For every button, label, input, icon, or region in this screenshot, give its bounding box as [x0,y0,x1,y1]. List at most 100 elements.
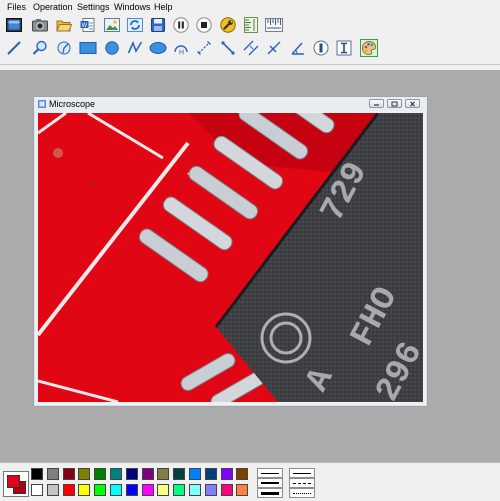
angle-arc-icon [57,41,71,55]
color-row1-swatch-1[interactable] [31,468,43,480]
color-row2-swatch-10[interactable] [173,484,186,496]
parallel-line-button[interactable] [242,39,260,57]
current-color-indicator[interactable] [3,471,29,497]
export-document-icon: W [80,18,95,32]
close-icon [410,100,415,107]
vertical-ruler-button[interactable] [242,16,260,34]
dash-dot-line-sample [293,492,311,494]
menu-windows[interactable]: Windows [114,2,151,12]
perpendicular-button[interactable] [265,39,283,57]
refresh-button[interactable] [126,16,144,34]
menu-help[interactable]: Help [154,2,173,12]
line-style-solid[interactable] [289,468,315,478]
line-tool-button[interactable] [5,39,23,57]
svg-text:H: H [179,50,184,57]
menu-settings[interactable]: Settings [77,2,110,12]
color-row1-swatch-11[interactable] [189,468,201,480]
color-row2-swatch-7[interactable] [125,484,138,496]
color-row2-swatch-5[interactable] [94,484,107,496]
color-row1-swatch-10[interactable] [173,468,186,480]
color-row1-swatch-9[interactable] [157,468,170,480]
medium-line-sample [261,482,279,484]
color-row2-swatch-2[interactable] [46,484,59,496]
chip-image: 729 FHO A 296 [38,113,423,402]
color-row1-swatch-14[interactable] [236,468,249,480]
parallel-line-icon [243,40,259,56]
color-row2-swatch-13[interactable] [220,484,233,496]
zoom-button[interactable] [31,39,49,57]
calibration-icon [336,40,352,56]
dimension-line-button[interactable] [195,39,213,57]
line-width-medium[interactable] [257,478,283,488]
angle-arc-button[interactable] [55,39,73,57]
minimize-icon [374,104,379,106]
window-titlebar[interactable]: Microscope [34,97,427,111]
vertical-ruler-icon [244,17,258,33]
save-button[interactable] [149,16,167,34]
point-distance-icon [221,41,235,55]
color-row1-swatch-12[interactable] [204,468,217,480]
menu-files[interactable]: Files [7,2,26,12]
window-app-icon [38,100,46,108]
microscope-live-view[interactable]: 729 FHO A 296 [38,113,423,402]
svg-text:W: W [82,23,88,29]
angle-tool-button[interactable] [289,39,307,57]
settings-button[interactable] [219,16,237,34]
save-icon [151,18,165,32]
color-row1-swatch-4[interactable] [78,468,91,480]
ellipse-tool-icon [149,42,167,54]
pause-icon [173,17,189,33]
text-marker-button[interactable] [312,39,330,57]
angle-tool-icon [291,42,304,55]
line-width-thin[interactable] [257,468,283,478]
line-width-thick[interactable] [257,488,283,498]
calibration-button[interactable] [335,39,353,57]
microscope-window: Microscope 729 FHO A 296 [33,96,428,407]
color-palette-button[interactable] [360,39,378,57]
horizontal-ruler-button[interactable] [265,16,283,34]
close-button[interactable] [405,99,420,108]
ellipse-tool-button[interactable] [149,39,167,57]
image-editor-button[interactable] [103,16,121,34]
color-row1-swatch-3[interactable] [62,468,75,480]
point-distance-button[interactable] [219,39,237,57]
rectangle-tool-button[interactable] [79,39,97,57]
snapshot-button[interactable] [31,16,49,34]
color-row1-swatch-8[interactable] [141,468,154,480]
color-row1-swatch-13[interactable] [220,468,233,480]
menu-operation[interactable]: Operation [33,2,73,12]
color-row2-swatch-3[interactable] [62,484,75,496]
thin-line-sample [261,472,279,474]
pause-button[interactable] [172,16,190,34]
primary-color [7,475,20,488]
circle-tool-button[interactable] [103,39,121,57]
arc-height-icon: H [174,45,188,57]
line-style-dash-dot[interactable] [289,488,315,498]
color-row2-swatch-4[interactable] [78,484,91,496]
color-row1-swatch-6[interactable] [110,468,122,480]
open-button[interactable] [55,16,73,34]
toolbar: W H [0,14,500,65]
color-row2-swatch-6[interactable] [110,484,122,496]
color-row2-swatch-9[interactable] [157,484,170,496]
live-video-button[interactable] [5,16,23,34]
camera-icon [32,19,48,32]
arc-height-button[interactable]: H [172,39,190,57]
color-row1-swatch-5[interactable] [94,468,107,480]
line-style-dashed[interactable] [289,478,315,488]
open-folder-icon [56,20,72,32]
color-row2-swatch-8[interactable] [141,484,154,496]
color-row1-swatch-2[interactable] [46,468,59,480]
color-row2-swatch-14[interactable] [236,484,249,496]
color-row1-swatch-7[interactable] [125,468,138,480]
color-row2-swatch-11[interactable] [189,484,201,496]
color-row2-swatch-12[interactable] [204,484,217,496]
minimize-button[interactable] [369,99,384,108]
image-editor-icon [104,18,120,32]
rectangle-tool-icon [79,42,97,54]
export-document-button[interactable]: W [79,16,97,34]
maximize-button[interactable] [387,99,402,108]
color-row2-swatch-1[interactable] [31,484,43,496]
polyline-tool-button[interactable] [126,39,144,57]
stop-button[interactable] [195,16,213,34]
